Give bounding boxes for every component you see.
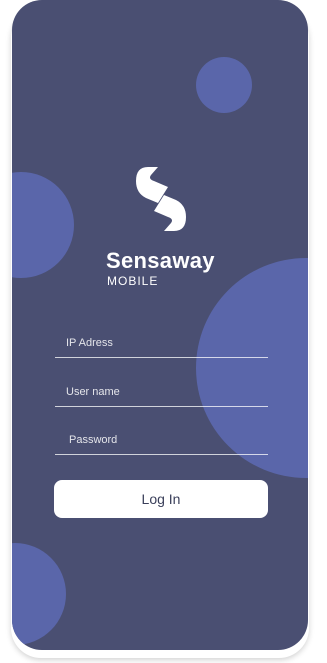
brand-subtitle: MOBILE	[107, 274, 159, 288]
ip-address-input[interactable]	[66, 333, 264, 353]
password-input[interactable]	[69, 430, 267, 450]
login-button[interactable]: Log In	[54, 480, 268, 518]
sensaway-logo-icon	[136, 167, 186, 231]
ip-address-field	[55, 331, 268, 358]
login-screen: Sensaway MOBILE Log In	[12, 0, 308, 650]
brand-name: Sensaway	[106, 248, 215, 273]
password-field	[55, 428, 268, 455]
page: Sensaway MOBILE Log In	[0, 0, 327, 663]
decorative-circle-left	[12, 172, 74, 278]
username-field	[55, 380, 268, 407]
decorative-circle-bottom-left	[12, 543, 66, 645]
username-input[interactable]	[66, 382, 264, 402]
decorative-circle-top-right	[196, 57, 252, 113]
